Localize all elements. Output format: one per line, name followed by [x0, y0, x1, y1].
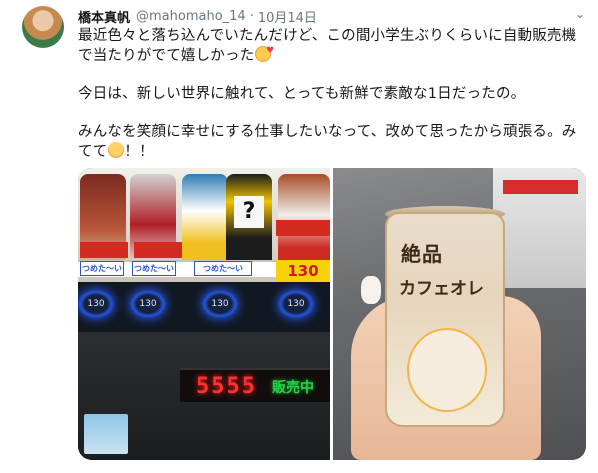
media-grid: ? つめた〜い つめた〜い つめた〜い 130 130 130 130 130 …	[78, 168, 586, 460]
sale-status: 販売中	[272, 380, 314, 396]
smiling-face-icon	[108, 142, 125, 158]
avatar[interactable]	[22, 6, 64, 48]
header-separator: ·	[249, 8, 254, 24]
selection-button: 130	[130, 290, 166, 318]
lottery-display: 5555 販売中	[180, 368, 330, 402]
tweet-header: 橋本真帆 @mahomaho_14 · 10月14日	[78, 6, 317, 26]
machine-sticker	[84, 414, 128, 454]
red-label	[276, 220, 330, 236]
tweet-paragraph-3: みんなを笑顔に幸せにする仕事したいなって、改めて思ったから頑張る。みてて！！	[78, 123, 583, 162]
mystery-can-label: ?	[234, 196, 264, 228]
selection-button: 130	[278, 290, 314, 318]
lottery-digits: 5555	[196, 374, 257, 399]
photo-cafe-au-lait-can[interactable]: 絶品 カフェオレ	[333, 168, 586, 460]
background-red-strip	[503, 180, 578, 194]
thumbnail-nail	[361, 276, 381, 304]
chevron-down-icon[interactable]: ⌄	[572, 6, 588, 22]
price-tag: 130	[276, 260, 330, 282]
selection-button: 130	[78, 290, 114, 318]
tweet-text: 最近色々と落ち込んでいたんだけど、この間小学生ぶりくらいに自動販売機で当たりがで…	[78, 27, 583, 162]
drink-can	[182, 174, 228, 266]
red-label	[80, 242, 128, 258]
red-label	[134, 242, 182, 258]
cold-label: つめた〜い	[80, 261, 124, 276]
tweet-card[interactable]: 橋本真帆 @mahomaho_14 · 10月14日 ⌄ 最近色々と落ち込んでい…	[0, 0, 598, 473]
paragraph-3-end: ！！	[124, 144, 154, 160]
tweet-date[interactable]: 10月14日	[258, 7, 317, 26]
selection-button-row: 130 130 130 130	[78, 282, 330, 332]
author-name[interactable]: 橋本真帆	[78, 7, 130, 26]
tweet-paragraph-1: 最近色々と落ち込んでいたんだけど、この間小学生ぶりくらいに自動販売機で当たりがで…	[78, 27, 583, 66]
can-title: 絶品	[401, 242, 443, 266]
author-handle[interactable]: @mahomaho_14	[136, 9, 246, 24]
cold-label: つめた〜い	[194, 261, 252, 276]
photo-vending-machine[interactable]: ? つめた〜い つめた〜い つめた〜い 130 130 130 130 130 …	[78, 168, 330, 460]
can-illustration	[407, 328, 487, 412]
selection-button: 130	[202, 290, 238, 318]
smiling-face-with-hearts-icon	[255, 42, 274, 62]
cold-label: つめた〜い	[132, 261, 176, 276]
tweet-paragraph-2: 今日は、新しい世界に触れて、とっても新鮮で素敵な1日だったの。	[78, 86, 526, 102]
can-subtitle: カフェオレ	[399, 279, 484, 299]
paragraph-1-text: 最近色々と落ち込んでいたんだけど、この間小学生ぶりくらいに自動販売機で当たりがで…	[78, 28, 577, 64]
